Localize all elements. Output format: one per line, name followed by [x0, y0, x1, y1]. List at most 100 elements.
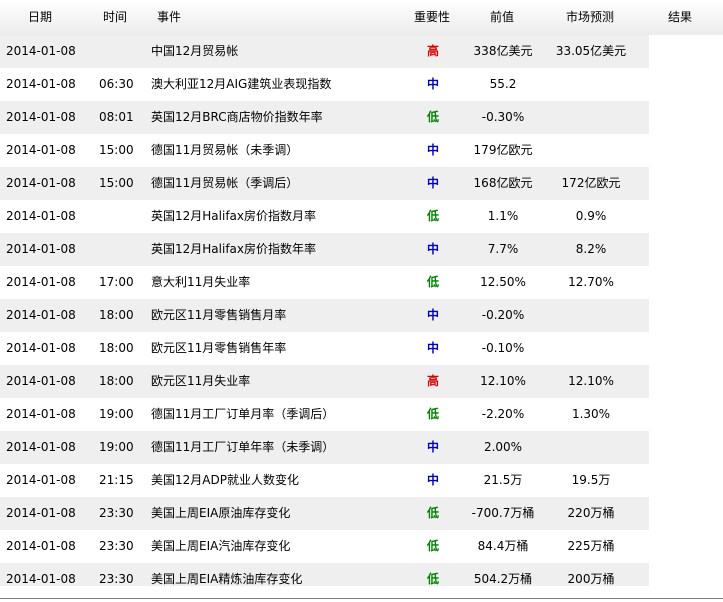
table-row[interactable]: 2014-01-08 23:30 美国上周EIA原油库存变化 低 -700.7万桶 220… [0, 497, 649, 530]
cell-importance: 高 [426, 44, 439, 58]
cell-time: 15:00 [99, 176, 134, 190]
table-row[interactable]: 2014-01-08 19:00 德国11月工厂订单年率（未季调） 中 2.00% [0, 431, 649, 464]
cell-date: 2014-01-08 [6, 242, 76, 256]
cell-event: 欧元区11月零售销售年率 [151, 341, 287, 355]
cell-importance: 低 [426, 275, 439, 289]
table-header: 日期 时间 事件 重要性 前值 市场预测 结果 [0, 0, 723, 36]
cell-time: 23:30 [99, 539, 134, 553]
header-importance[interactable]: 重要性 [414, 0, 450, 35]
cell-time: 08:01 [99, 110, 134, 124]
cell-importance: 低 [426, 209, 439, 223]
cell-previous: -2.20% [481, 407, 525, 421]
table-row[interactable]: 2014-01-08 中国12月贸易帐 高 338亿美元 33.05亿美元 [0, 35, 649, 68]
cell-forecast [547, 101, 635, 134]
cell-event: 英国12月BRC商店物价指数年率 [151, 110, 323, 124]
cell-importance: 中 [426, 341, 439, 355]
cell-importance: 低 [426, 539, 439, 553]
cell-time: 18:00 [99, 374, 134, 388]
table-row[interactable]: 2014-01-08 21:15 美国12月ADP就业人数变化 中 21.5万 19.5万 [0, 464, 649, 497]
cell-event: 美国12月ADP就业人数变化 [151, 473, 299, 487]
table-row[interactable]: 2014-01-08 英国12月Halifax房价指数月率 低 1.1% 0.9% [0, 200, 649, 233]
cell-previous: -700.7万桶 [471, 506, 535, 520]
table-row[interactable]: 2014-01-08 15:00 德国11月贸易帐（季调后） 中 168亿欧元 172亿欧… [0, 167, 649, 200]
cell-date: 2014-01-08 [6, 473, 76, 487]
cell-date: 2014-01-08 [6, 539, 76, 553]
cell-date: 2014-01-08 [6, 110, 76, 124]
cell-time: 17:00 [99, 275, 134, 289]
cell-importance: 中 [426, 77, 439, 91]
cell-time: 18:00 [99, 341, 134, 355]
cell-previous: 1.1% [487, 209, 519, 223]
cell-event: 美国上周EIA原油库存变化 [151, 506, 291, 520]
cell-importance: 中 [426, 143, 439, 157]
table-row[interactable]: 2014-01-08 17:00 意大利11月失业率 低 12.50% 12.70% [0, 266, 649, 299]
cell-date: 2014-01-08 [6, 308, 76, 322]
header-date[interactable]: 日期 [28, 0, 52, 35]
cell-forecast [547, 332, 635, 365]
cell-event: 欧元区11月零售销售月率 [151, 308, 287, 322]
cell-forecast [547, 431, 635, 464]
cell-date: 2014-01-08 [6, 275, 76, 289]
cell-date: 2014-01-08 [6, 77, 76, 91]
table-body: 2014-01-08 中国12月贸易帐高 338亿美元 33.05亿美元 2014-01… [0, 35, 649, 596]
cell-date: 2014-01-08 [6, 176, 76, 190]
economic-calendar-table: 日期 时间 事件 重要性 前值 市场预测 结果 2014-01-08 中国12月贸… [0, 0, 723, 602]
cell-forecast: 1.30% [571, 407, 611, 421]
cell-time: 18:00 [99, 308, 134, 322]
cell-date: 2014-01-08 [6, 44, 76, 58]
cell-forecast: 19.5万 [571, 473, 611, 487]
cell-previous: 179亿欧元 [473, 143, 533, 157]
table-row[interactable]: 2014-01-08 15:00 德国11月贸易帐（未季调） 中 179亿欧元 [0, 134, 649, 167]
cell-time: 21:15 [99, 473, 134, 487]
cell-event: 美国上周EIA汽油库存变化 [151, 539, 291, 553]
bottom-divider [0, 598, 723, 599]
cell-forecast [547, 134, 635, 167]
table-row[interactable]: 2014-01-08 18:00 欧元区11月失业率 高 12.10% 12.10% [0, 365, 649, 398]
table-row[interactable]: 2014-01-08 06:30 澳大利亚12月AIG建筑业表现指数 中 55.2 [0, 68, 649, 101]
cell-date: 2014-01-08 [6, 209, 76, 223]
cell-date: 2014-01-08 [6, 407, 76, 421]
cell-previous: 55.2 [489, 77, 517, 91]
cell-event: 德国11月贸易帐（未季调） [151, 143, 299, 157]
cell-previous: 168亿欧元 [473, 176, 533, 190]
cell-importance: 低 [426, 506, 439, 520]
cell-date: 2014-01-08 [6, 374, 76, 388]
header-previous[interactable]: 前值 [490, 0, 514, 35]
cell-importance: 低 [426, 110, 439, 124]
cell-importance: 高 [426, 374, 439, 388]
header-event[interactable]: 事件 [157, 0, 181, 35]
cell-importance: 中 [426, 176, 439, 190]
cell-forecast: 33.05亿美元 [555, 44, 627, 58]
cell-event: 中国12月贸易帐 [151, 44, 239, 58]
header-forecast[interactable]: 市场预测 [566, 0, 614, 35]
cell-previous: 84.4万桶 [477, 539, 529, 553]
cell-forecast: 172亿欧元 [561, 176, 621, 190]
cell-previous: -0.20% [481, 308, 525, 322]
cell-date: 2014-01-08 [6, 506, 76, 520]
header-time[interactable]: 时间 [103, 0, 127, 35]
table-row[interactable]: 2014-01-08 23:30 美国上周EIA汽油库存变化 低 84.4万桶 225万桶 [0, 530, 649, 563]
header-result[interactable]: 结果 [668, 0, 692, 35]
table-row[interactable]: 2014-01-08 19:00 德国11月工厂订单月率（季调后） 低 -2.20% 1.… [0, 398, 649, 431]
cell-importance: 中 [426, 242, 439, 256]
cell-previous: -0.30% [481, 110, 525, 124]
cell-previous: 338亿美元 [473, 44, 533, 58]
cell-date: 2014-01-08 [6, 143, 76, 157]
table-row[interactable]: 2014-01-08 18:00 欧元区11月零售销售月率 中 -0.20% [0, 299, 649, 332]
cell-forecast: 12.10% [568, 374, 614, 388]
cell-forecast: 0.9% [575, 209, 607, 223]
result-column-area [649, 35, 723, 586]
cell-event: 欧元区11月失业率 [151, 374, 251, 388]
cell-importance: 中 [426, 473, 439, 487]
cell-previous: 12.10% [480, 374, 526, 388]
table-footer [0, 586, 723, 598]
cell-event: 德国11月工厂订单年率（未季调） [151, 440, 335, 454]
cell-forecast [547, 299, 635, 332]
table-row[interactable]: 2014-01-08 18:00 欧元区11月零售销售年率 中 -0.10% [0, 332, 649, 365]
table-row[interactable]: 2014-01-08 08:01 英国12月BRC商店物价指数年率 低 -0.30% [0, 101, 649, 134]
table-row[interactable]: 2014-01-08 英国12月Halifax房价指数年率 中 7.7% 8.2% [0, 233, 649, 266]
cell-forecast: 225万桶 [567, 539, 615, 553]
cell-date: 2014-01-08 [6, 440, 76, 454]
cell-event: 德国11月贸易帐（季调后） [151, 176, 299, 190]
cell-event: 英国12月Halifax房价指数年率 [151, 242, 316, 256]
